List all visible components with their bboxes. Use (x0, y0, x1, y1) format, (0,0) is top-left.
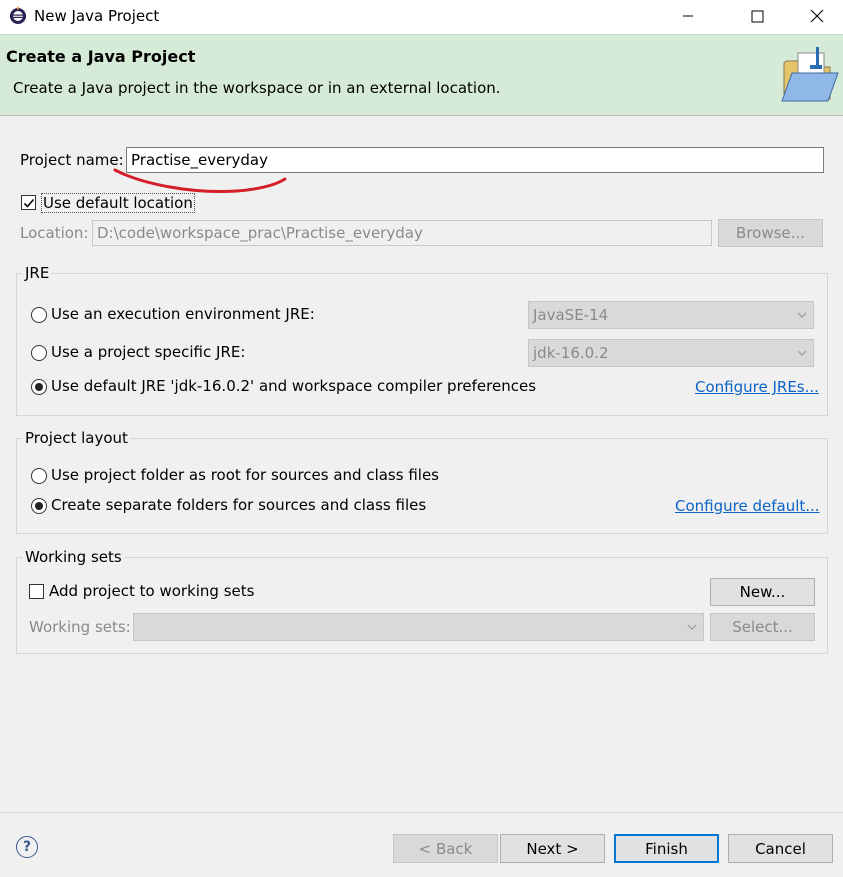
wizard-banner: Create a Java Project Create a Java proj… (0, 34, 843, 116)
configure-jres-link[interactable]: Configure JREs... (695, 378, 819, 396)
window-title: New Java Project (34, 7, 160, 25)
new-working-set-button[interactable]: New... (710, 578, 815, 606)
working-sets-dropdown[interactable] (133, 613, 704, 641)
jre-env-value: JavaSE-14 (533, 306, 609, 324)
back-button[interactable]: < Back (393, 834, 498, 863)
dropdown-arrow-icon (687, 624, 697, 630)
working-sets-label: Working sets: (29, 618, 131, 636)
title-bar: New Java Project (0, 0, 843, 34)
footer-separator (0, 812, 843, 813)
jre-env-label[interactable]: Use an execution environment JRE: (51, 305, 315, 323)
banner-title: Create a Java Project (6, 47, 196, 66)
finish-button[interactable]: Finish (614, 834, 719, 863)
add-to-working-sets-label[interactable]: Add project to working sets (49, 582, 254, 600)
eclipse-app-icon (8, 6, 28, 26)
location-label: Location: (20, 224, 89, 242)
minimize-button[interactable] (665, 0, 711, 32)
jre-group-title: JRE (23, 264, 52, 282)
java-project-folder-icon (781, 47, 839, 102)
radio-selected-dot (35, 383, 43, 391)
radio-selected-dot (35, 502, 43, 510)
project-layout-group (16, 438, 828, 534)
jre-env-dropdown[interactable]: JavaSE-14 (528, 301, 814, 329)
working-sets-group-title: Working sets (23, 548, 124, 566)
jre-specific-radio[interactable] (31, 345, 47, 361)
jre-default-radio[interactable] (31, 379, 47, 395)
dropdown-arrow-icon (797, 350, 807, 356)
close-button[interactable] (794, 0, 840, 32)
help-icon[interactable]: ? (16, 836, 38, 858)
next-button[interactable]: Next > (500, 834, 605, 863)
add-to-working-sets-checkbox[interactable] (29, 584, 44, 599)
maximize-icon (751, 10, 763, 22)
jre-specific-value: jdk-16.0.2 (533, 344, 609, 362)
jre-specific-label[interactable]: Use a project specific JRE: (51, 343, 245, 361)
jre-specific-dropdown[interactable]: jdk-16.0.2 (528, 339, 814, 367)
layout-root-label[interactable]: Use project folder as root for sources a… (51, 466, 439, 484)
configure-default-link[interactable]: Configure default... (675, 497, 820, 515)
minimize-icon (683, 15, 693, 17)
layout-separate-label[interactable]: Create separate folders for sources and … (51, 496, 426, 514)
maximize-button[interactable] (734, 0, 780, 32)
banner-description: Create a Java project in the workspace o… (13, 79, 501, 97)
use-default-location-checkbox[interactable] (21, 195, 36, 210)
jre-default-label[interactable]: Use default JRE 'jdk-16.0.2' and workspa… (51, 377, 536, 395)
jre-env-radio[interactable] (31, 307, 47, 323)
project-layout-group-title: Project layout (23, 429, 130, 447)
use-default-location-label[interactable]: Use default location (41, 193, 195, 213)
select-working-sets-button[interactable]: Select... (710, 613, 815, 641)
layout-separate-radio[interactable] (31, 498, 47, 514)
layout-root-radio[interactable] (31, 468, 47, 484)
dropdown-arrow-icon (797, 312, 807, 318)
checkmark-icon (23, 198, 34, 208)
location-input[interactable]: D:\code\workspace_prac\Practise_everyday (92, 220, 712, 246)
close-icon (810, 9, 824, 23)
cancel-button[interactable]: Cancel (728, 834, 833, 863)
project-name-label: Project name: (20, 151, 124, 169)
browse-button[interactable]: Browse... (718, 219, 823, 247)
